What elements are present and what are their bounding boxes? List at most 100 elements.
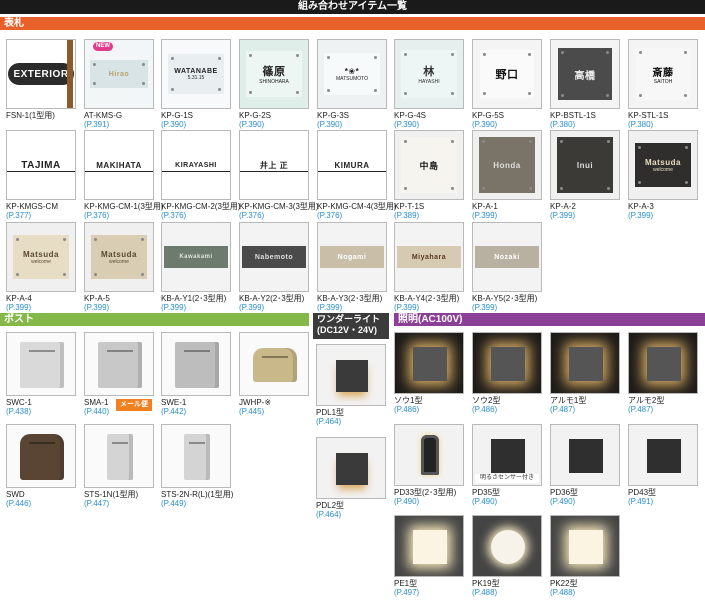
item-page-ref[interactable]: (P.389) (394, 211, 419, 220)
item-page-ref[interactable]: (P.380) (550, 120, 575, 129)
item-page-ref[interactable]: (P.440) (84, 407, 109, 416)
light-image: 明るさセンサー付き (472, 424, 542, 486)
item-page-ref[interactable]: (P.487) (550, 405, 575, 414)
item-code: KP-A-3 (628, 202, 654, 211)
item-page-ref[interactable]: (P.486) (472, 405, 497, 414)
item-page-ref[interactable]: (P.399) (472, 303, 497, 312)
item-code: SWD (6, 490, 25, 499)
item-page-ref[interactable]: (P.399) (317, 303, 342, 312)
screw-icon (404, 187, 407, 190)
item-page-ref[interactable]: (P.399) (239, 303, 264, 312)
item-page-ref[interactable]: (P.399) (628, 211, 653, 220)
item-page-ref[interactable]: (P.488) (550, 588, 575, 597)
item-code: KP-A-1 (472, 202, 498, 211)
item-page-ref[interactable]: (P.447) (84, 499, 109, 508)
item-page-ref[interactable]: (P.486) (394, 405, 419, 414)
item-page-ref[interactable]: (P.399) (550, 211, 575, 220)
plate-name-text: Honda (493, 160, 521, 170)
sensor-badge: 明るさセンサー付き (475, 474, 539, 483)
item-code: AT-KMS-G (84, 111, 123, 120)
plate-face: Nabemoto (242, 246, 306, 268)
item-page-ref[interactable]: (P.497) (394, 588, 419, 597)
item-code: PD35型 (472, 488, 501, 497)
item-page-ref[interactable]: (P.390) (239, 120, 264, 129)
item-code: KP-G-2S (239, 111, 272, 120)
item-page-ref[interactable]: (P.438) (6, 407, 31, 416)
item-page-ref[interactable]: (P.376) (161, 211, 186, 220)
item-page-ref[interactable]: (P.464) (316, 417, 341, 426)
plate-name-text: MAKIHATA (96, 160, 142, 170)
plate-face: WATANABE 5.31.15 (168, 54, 224, 94)
screw-icon (94, 238, 97, 241)
plate-name-text: EXTERIOR (13, 68, 69, 80)
screw-icon (142, 63, 145, 66)
item-page-ref[interactable]: (P.380) (628, 120, 653, 129)
plate-sub-text: welcome (653, 166, 673, 173)
plate-sub-text: 5.31.15 (187, 74, 205, 81)
item-page-ref[interactable]: (P.390) (394, 120, 419, 129)
post-body (107, 434, 133, 480)
screw-icon (684, 94, 687, 97)
item-code: KP-G-1S (161, 111, 194, 120)
item-page-ref[interactable]: (P.446) (6, 499, 31, 508)
item-code: PE1型 (394, 579, 418, 588)
post-slot (261, 356, 289, 358)
post-image (239, 332, 309, 396)
plate-name-text: Matsuda (645, 157, 681, 167)
item-page-ref[interactable]: (P.399) (161, 303, 186, 312)
item-page-ref[interactable]: (P.376) (239, 211, 264, 220)
item-page-ref[interactable]: (P.449) (161, 499, 186, 508)
item-page-ref[interactable]: (P.487) (628, 405, 653, 414)
plate-name-text: 井上 正 (259, 160, 289, 170)
screw-icon (93, 82, 96, 85)
item-page-ref[interactable]: (P.445) (239, 407, 264, 416)
plate-name-text: 野口 (495, 69, 519, 81)
item-page-ref[interactable]: (P.442) (161, 407, 186, 416)
plate-rail (240, 171, 308, 172)
item-page-ref[interactable]: (P.399) (472, 211, 497, 220)
screw-icon (404, 53, 407, 56)
item-page-ref[interactable]: (P.377) (6, 211, 31, 220)
item-code: STS-2N-R(L)(1型用) (161, 490, 234, 499)
item-page-ref[interactable]: (P.464) (316, 510, 341, 519)
item-code: SMA-1 (84, 398, 109, 407)
item-page-ref[interactable]: (P.490) (472, 497, 497, 506)
item-page-ref[interactable]: (P.399) (6, 303, 31, 312)
screw-icon (16, 238, 19, 241)
nameplate-image: EXTERIOR (6, 39, 76, 109)
item-page-ref[interactable]: (P.390) (472, 120, 497, 129)
item-code: ソウ1型 (394, 396, 423, 405)
item-page-ref[interactable]: (P.391) (84, 120, 109, 129)
item-page-ref[interactable]: (P.491) (628, 497, 653, 506)
plate-name-text: KIRAYASHI (175, 161, 217, 169)
screw-icon (482, 140, 485, 143)
item-page-ref[interactable]: (P.399) (84, 303, 109, 312)
item-page-ref[interactable]: (P.376) (84, 211, 109, 220)
screw-icon (528, 92, 531, 95)
item-page-ref[interactable]: (P.376) (317, 211, 342, 220)
light-fixture (647, 347, 681, 381)
screw-icon (451, 187, 454, 190)
item-page-ref[interactable]: (P.490) (550, 497, 575, 506)
screw-icon (528, 53, 531, 56)
post-image (161, 424, 231, 488)
item-page-ref[interactable]: (P.490) (394, 497, 419, 506)
item-code: KB-A-Y3(2･3型用) (317, 294, 383, 303)
plate-name-text: 林 (423, 66, 435, 78)
screw-icon (141, 273, 144, 276)
screw-icon (560, 140, 563, 143)
nameplate-image: 井上 正 (239, 130, 309, 200)
plate-sub-text: SHINOHARA (259, 79, 289, 85)
screw-icon (560, 187, 563, 190)
item-page-ref[interactable]: (P.390) (317, 120, 342, 129)
plate-rail (318, 171, 386, 172)
item-page-ref[interactable]: (P.399) (394, 303, 419, 312)
section-lighting-header: 照明(AC100V) (394, 313, 705, 326)
screw-icon (607, 140, 610, 143)
item-page-ref[interactable]: (P.488) (472, 588, 497, 597)
plate-name-text: 斎藤 (652, 67, 674, 79)
item-page-ref[interactable]: (P.390) (161, 120, 186, 129)
screw-icon (16, 273, 19, 276)
item-code: KP-G-4S (394, 111, 427, 120)
plate-name-text: *❀* (344, 66, 360, 76)
